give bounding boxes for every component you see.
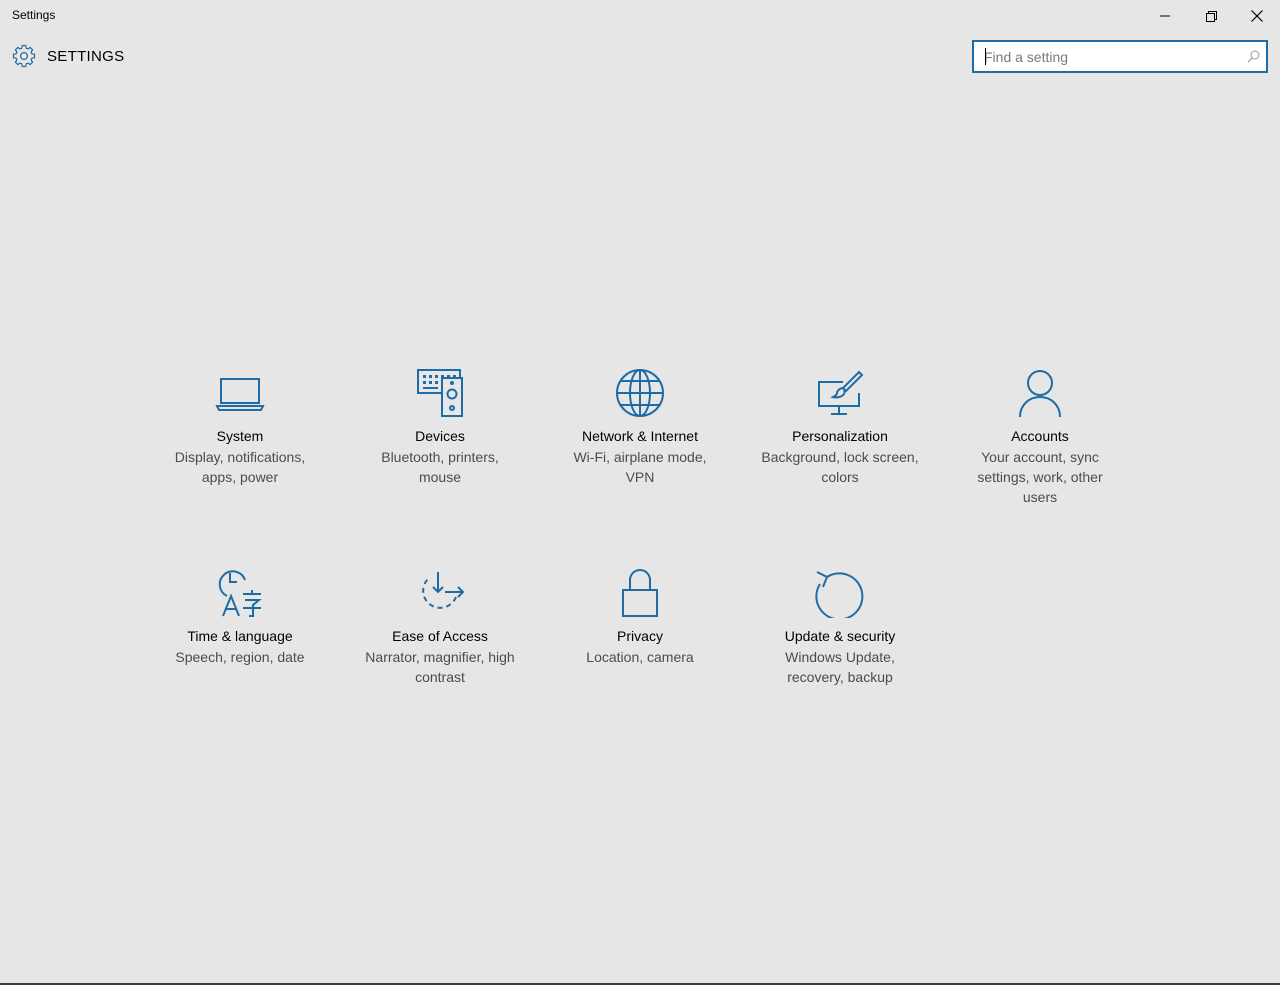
tile-description: Speech, region, date — [175, 649, 305, 665]
tile-description: Your account, sync settings, work, other… — [977, 449, 1103, 505]
tile-time-language[interactable]: Time & language Speech, region, date — [160, 568, 320, 667]
tile-label: System — [216, 428, 264, 444]
tile-label: Network & Internet — [582, 428, 698, 444]
tile-accounts[interactable]: Accounts Your account, sync settings, wo… — [960, 368, 1120, 507]
tile-network-internet[interactable]: Network & Internet Wi-Fi, airplane mode,… — [560, 368, 720, 487]
laptop-icon — [215, 378, 265, 411]
app-header: SETTINGS — [12, 44, 124, 68]
page-title: SETTINGS — [47, 47, 125, 65]
search-icon[interactable] — [1247, 50, 1260, 63]
tile-description: Narrator, magnifier, high contrast — [365, 649, 515, 685]
tile-label: Devices — [415, 428, 465, 444]
devices-icon — [417, 369, 463, 417]
minimize-icon — [1160, 15, 1170, 17]
restore-button[interactable] — [1188, 0, 1234, 32]
close-button[interactable] — [1234, 0, 1280, 32]
tile-label: Ease of Access — [392, 628, 488, 644]
tile-system[interactable]: System Display, notifications, apps, pow… — [160, 368, 320, 487]
globe-icon — [616, 369, 664, 417]
update-icon — [815, 571, 864, 618]
tile-label: Update & security — [784, 628, 896, 644]
tile-devices[interactable]: Devices Bluetooth, printers, mouse — [360, 368, 520, 487]
text-caret — [985, 48, 986, 65]
tile-description: Windows Update, recovery, backup — [785, 649, 895, 685]
person-icon — [1019, 370, 1061, 418]
minimize-button[interactable] — [1142, 0, 1188, 32]
ease-of-access-icon — [422, 572, 465, 609]
tile-description: Location, camera — [586, 649, 694, 665]
tile-description: Wi-Fi, airplane mode, VPN — [573, 449, 707, 485]
tile-description: Bluetooth, printers, mouse — [381, 449, 499, 485]
tile-personalization[interactable]: Personalization Background, lock screen,… — [760, 368, 920, 487]
paintbrush-icon — [818, 370, 864, 415]
tile-label: Time & language — [187, 628, 293, 644]
tile-update-security[interactable]: Update & security Windows Update, recove… — [760, 568, 920, 687]
search-input[interactable] — [974, 42, 1244, 71]
gear-icon — [12, 44, 36, 68]
lock-icon — [622, 569, 658, 617]
tile-description: Display, notifications, apps, power — [174, 449, 306, 485]
time-language-icon — [218, 570, 262, 617]
tile-description: Background, lock screen, colors — [761, 449, 919, 485]
tile-label: Personalization — [792, 428, 888, 444]
restore-icon — [1205, 10, 1217, 22]
tile-privacy[interactable]: Privacy Location, camera — [560, 568, 720, 667]
close-icon — [1251, 10, 1263, 22]
search-box[interactable] — [972, 40, 1268, 73]
tile-ease-of-access[interactable]: Ease of Access Narrator, magnifier, high… — [360, 568, 520, 687]
window-title: Settings — [12, 8, 56, 22]
tile-label: Accounts — [1011, 428, 1069, 444]
tile-label: Privacy — [617, 628, 663, 644]
title-bar: Settings — [0, 0, 1280, 32]
